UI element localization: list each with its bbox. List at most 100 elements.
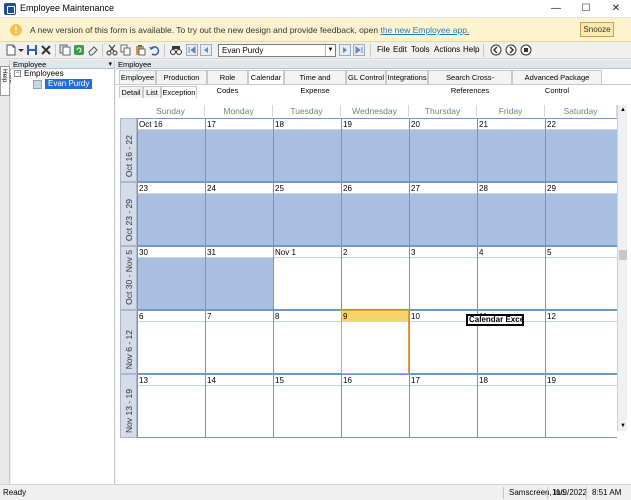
stop-icon[interactable]: [520, 44, 532, 56]
calendar-day-cell[interactable]: Nov 1: [273, 246, 341, 310]
first-record-icon[interactable]: [186, 44, 198, 56]
new-employee-app-link[interactable]: the new Employee app.: [380, 25, 469, 35]
tab-integrations[interactable]: Integrations: [386, 70, 428, 84]
week-label: Nov 6 - 12: [120, 310, 137, 374]
calendar-day-cell[interactable]: 23: [137, 182, 205, 246]
calendar-day-cell[interactable]: 17: [409, 374, 477, 438]
close-button[interactable]: ✕: [601, 0, 631, 18]
calendar-day-cell[interactable]: 2: [341, 246, 409, 310]
menu-edit[interactable]: Edit: [393, 45, 407, 54]
tab-advanced-package-control[interactable]: Advanced Package Control: [512, 70, 602, 95]
previous-record-icon[interactable]: [200, 44, 212, 56]
tab-production-info[interactable]: Production Info: [156, 70, 207, 95]
calendar-day-cell[interactable]: Oct 16: [137, 118, 205, 182]
pin-icon[interactable]: ▾: [108, 60, 112, 68]
subtab-list[interactable]: List: [143, 86, 161, 98]
calendar-day-cell[interactable]: 28: [477, 182, 545, 246]
copy-icon[interactable]: [59, 44, 71, 56]
collapse-icon[interactable]: −: [14, 70, 21, 77]
calendar-day-cell[interactable]: 17: [205, 118, 273, 182]
delete-icon[interactable]: [40, 44, 52, 56]
banner-message-text: A new version of this form is available.…: [30, 25, 379, 35]
calendar-day-cell[interactable]: 3: [409, 246, 477, 310]
menu-help[interactable]: Help: [463, 45, 479, 54]
subtab-strip: Detail List Exception: [116, 84, 631, 98]
calendar-day-cell[interactable]: 19: [545, 374, 617, 438]
day-header-thursday: Thursday: [409, 105, 477, 117]
undo-icon[interactable]: [148, 44, 160, 56]
calendar-day-cell[interactable]: 31: [205, 246, 273, 310]
subtab-exception[interactable]: Exception: [161, 86, 197, 98]
tab-time-and-expense[interactable]: Time and Expense: [284, 70, 346, 95]
week-label-text: Nov 6 - 12: [124, 329, 134, 369]
back-icon[interactable]: [490, 44, 502, 56]
calendar-day-cell[interactable]: 30: [137, 246, 205, 310]
minimize-button[interactable]: —: [541, 0, 571, 18]
calendar-day-cell[interactable]: 7: [205, 310, 273, 374]
calendar-day-header: Sunday Monday Tuesday Wednesday Thursday Frid…: [137, 105, 617, 117]
tab-search-cross-references[interactable]: Search Cross-References: [428, 70, 512, 95]
next-record-icon[interactable]: [339, 44, 351, 56]
calendar-day-cell[interactable]: 27: [409, 182, 477, 246]
last-record-icon[interactable]: [353, 44, 365, 56]
calendar-day-cell[interactable]: 29: [545, 182, 617, 246]
scroll-thumb[interactable]: [619, 250, 627, 260]
paste-icon[interactable]: [134, 44, 146, 56]
calendar-day-cell[interactable]: 13: [137, 374, 205, 438]
calendar-day-cell[interactable]: 5: [545, 246, 617, 310]
calendar-week-row: Nov 6 - 126789101112: [120, 310, 617, 374]
refresh-icon[interactable]: [73, 44, 85, 56]
menu-actions[interactable]: Actions: [434, 45, 460, 54]
cut-icon[interactable]: [106, 44, 118, 56]
find-icon[interactable]: [170, 44, 182, 56]
calendar-scrollbar[interactable]: ▲ ▼: [617, 105, 627, 431]
new-dropdown-icon[interactable]: [18, 44, 24, 56]
forward-icon[interactable]: [505, 44, 517, 56]
calendar-day-cell[interactable]: 21: [477, 118, 545, 182]
chevron-down-icon[interactable]: ▼: [325, 45, 335, 56]
subtab-detail[interactable]: Detail: [119, 86, 143, 98]
day-number: 19: [342, 119, 409, 130]
tab-calendar[interactable]: Calendar: [248, 70, 284, 85]
calendar-day-cell[interactable]: 20: [409, 118, 477, 182]
scroll-up-icon[interactable]: ▲: [618, 105, 628, 115]
menu-tools[interactable]: Tools: [411, 45, 430, 54]
day-number: 9: [342, 311, 408, 322]
calendar-day-cell[interactable]: 25: [273, 182, 341, 246]
calendar-day-cell[interactable]: 14: [205, 374, 273, 438]
maximize-button[interactable]: ☐: [571, 0, 601, 18]
eraser-icon[interactable]: [87, 44, 99, 56]
toolbar-separator: [164, 44, 165, 57]
save-icon[interactable]: [26, 44, 38, 56]
tree-node-employees[interactable]: Employees: [24, 69, 64, 78]
new-record-icon[interactable]: [5, 44, 17, 56]
calendar-day-cell[interactable]: 12: [545, 310, 617, 374]
calendar-week-row: Oct 30 - Nov 5 30 31 Nov 12345: [120, 246, 617, 310]
day-number: 20: [410, 119, 477, 130]
calendar-day-cell[interactable]: 6: [137, 310, 205, 374]
calendar-day-cell[interactable]: 19: [341, 118, 409, 182]
employee-select[interactable]: Evan Purdy ▼: [218, 44, 336, 57]
status-separator: [503, 487, 504, 499]
calendar-day-cell[interactable]: 9: [341, 310, 409, 374]
tree-node-evan-purdy[interactable]: Evan Purdy: [45, 79, 93, 89]
calendar-day-cell[interactable]: 18: [477, 374, 545, 438]
calendar-day-cell[interactable]: 18: [273, 118, 341, 182]
calendar-day-cell[interactable]: 22: [545, 118, 617, 182]
main-panel-header: Employee: [116, 60, 631, 69]
calendar-day-cell[interactable]: 15: [273, 374, 341, 438]
scroll-down-icon[interactable]: ▼: [618, 421, 628, 431]
calendar-day-cell[interactable]: 8: [273, 310, 341, 374]
copy-clipboard-icon[interactable]: [120, 44, 132, 56]
tab-employee[interactable]: Employee: [119, 70, 156, 84]
tab-role-codes[interactable]: Role Codes: [207, 70, 248, 95]
calendar-day-cell[interactable]: 4: [477, 246, 545, 310]
calendar-day-cell[interactable]: 16: [341, 374, 409, 438]
calendar-exception-event[interactable]: Calendar Exce: [466, 314, 524, 326]
menu-file[interactable]: File: [377, 45, 390, 54]
snooze-button[interactable]: Snooze: [580, 22, 614, 37]
tab-gl-control[interactable]: GL Control: [346, 70, 386, 84]
calendar-day-cell[interactable]: 24: [205, 182, 273, 246]
field-help-tab[interactable]: Field Help: [0, 66, 15, 96]
calendar-day-cell[interactable]: 26: [341, 182, 409, 246]
